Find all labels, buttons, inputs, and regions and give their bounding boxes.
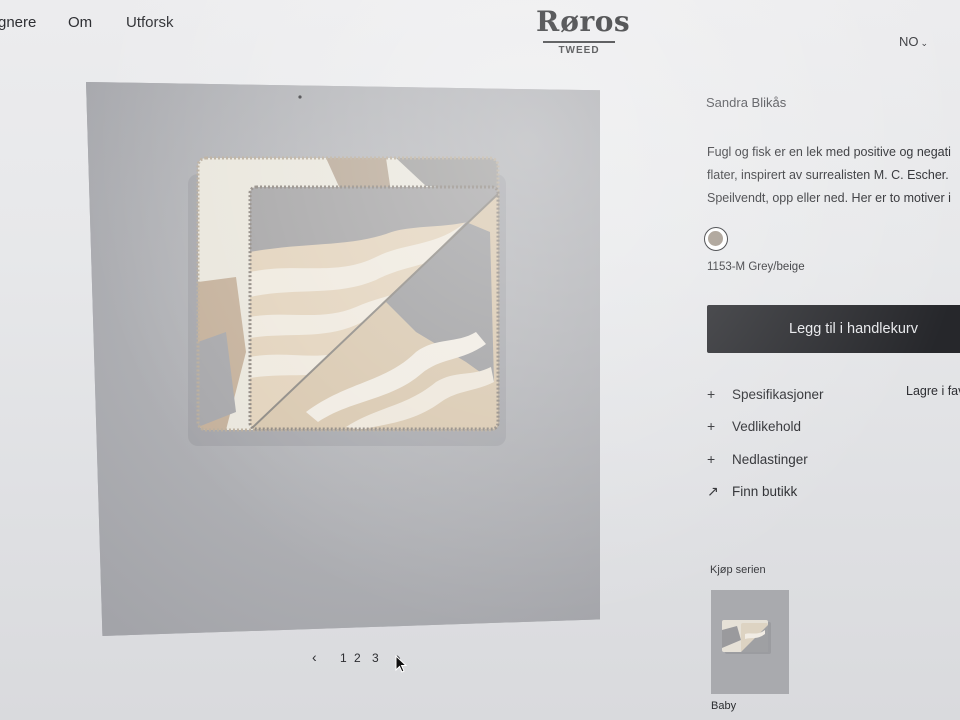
logo-wordmark: Røros: [536, 5, 631, 38]
brand-logo[interactable]: Røros TWEED: [536, 4, 631, 56]
pager-page-3[interactable]: 3: [372, 651, 379, 665]
accordion-downloads[interactable]: + Nedlastinger: [707, 451, 808, 467]
swatch-color-fill: [708, 231, 723, 246]
browser-screen: gnere Om Utforsk Røros TWEED NO ⌄ ‹ 1 2 …: [0, 0, 960, 720]
plus-icon: +: [707, 451, 716, 467]
swatch-label: 1153-M Grey/beige: [707, 261, 805, 273]
series-heading: Kjøp serien: [710, 564, 766, 576]
pager-page-1[interactable]: 1: [340, 651, 347, 665]
plus-icon: +: [707, 418, 716, 434]
language-selector[interactable]: NO ⌄: [899, 34, 928, 49]
nav-designers-link[interactable]: gnere: [0, 14, 36, 31]
mouse-pointer-icon: [395, 655, 407, 673]
plus-icon: +: [707, 386, 716, 402]
color-swatch[interactable]: [704, 227, 728, 251]
save-favorite-link[interactable]: Lagre i fav: [906, 384, 960, 398]
nav-explore-link[interactable]: Utforsk: [126, 14, 174, 31]
logo-divider: [543, 41, 615, 43]
series-product-thumbnail[interactable]: [711, 590, 789, 694]
nav-about-link[interactable]: Om: [68, 14, 92, 31]
description-line: Speilvendt, opp eller ned. Her er to mot…: [707, 191, 951, 205]
find-store-link[interactable]: ↗ Finn butikk: [707, 483, 797, 500]
accordion-label: Finn butikk: [732, 484, 798, 499]
accordion-label: Vedlikehold: [732, 419, 802, 434]
chevron-left-icon[interactable]: ‹: [312, 649, 317, 665]
accordion-specifications[interactable]: + Spesifikasjoner: [707, 386, 824, 402]
add-to-cart-button[interactable]: Legg til i handlekurv: [707, 305, 960, 353]
product-image[interactable]: [86, 82, 600, 636]
accordion-label: Nedlastinger: [732, 452, 808, 467]
product-description: Fugl og fisk er en lek med positive og n…: [707, 141, 960, 210]
logo-subtitle: TWEED: [558, 45, 600, 56]
language-code: NO: [899, 34, 919, 49]
description-line: Fugl og fisk er en lek med positive og n…: [707, 145, 951, 159]
series-blanket-photo: [711, 590, 789, 694]
blanket-photo: [86, 82, 600, 636]
accordion-label: Spesifikasjoner: [732, 387, 824, 402]
arrow-up-right-icon: ↗: [707, 483, 719, 499]
accordion-care[interactable]: + Vedlikehold: [707, 418, 801, 434]
description-line: flater, inspirert av surrealisten M. C. …: [707, 168, 949, 182]
chevron-down-icon: ⌄: [920, 38, 929, 48]
designer-name[interactable]: Sandra Blikås: [706, 95, 786, 110]
pager-page-2[interactable]: 2: [354, 651, 361, 665]
series-item-name[interactable]: Baby: [711, 700, 736, 712]
